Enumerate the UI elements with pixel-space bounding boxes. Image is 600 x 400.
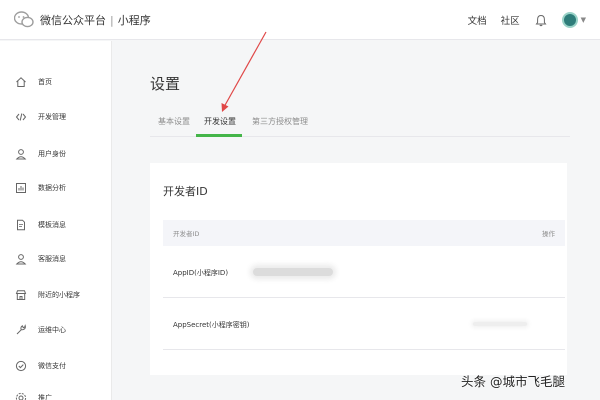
main-content: 设置 基本设置 开发设置 第三方授权管理 开发者ID 开发者ID 操作 AppI… (112, 41, 600, 400)
community-link[interactable]: 社区 (501, 13, 520, 27)
column-header-actions: 操作 (542, 230, 555, 238)
sidebar-item-label: 首页 (38, 78, 52, 86)
chevron-down-icon[interactable]: ▼ (581, 16, 586, 24)
account-menu[interactable]: ▼ (561, 12, 586, 28)
column-header-developer-id: 开发者ID (173, 230, 200, 238)
document-icon (14, 218, 28, 232)
sidebar-item-label: 推广 (38, 394, 52, 400)
table-row-appid: AppID(小程序ID) (163, 246, 565, 298)
user-icon (14, 252, 28, 266)
sidebar-item-label: 开发管理 (38, 113, 66, 121)
tab-third-party-auth[interactable]: 第三方授权管理 (248, 111, 312, 137)
home-icon (14, 75, 28, 89)
sidebar-item-ops-center[interactable]: 运维中心 (0, 318, 112, 342)
sidebar-item-dev-manage[interactable]: 开发管理 (0, 105, 112, 129)
tab-basic-settings[interactable]: 基本设置 (154, 111, 194, 137)
sidebar-item-label: 运维中心 (38, 326, 66, 334)
sidebar-item-label: 数据分析 (38, 184, 66, 192)
redacted-appsecret-action (473, 322, 527, 326)
active-tab-indicator (196, 134, 242, 137)
wrench-icon (14, 323, 28, 337)
sidebar-item-wechat-pay[interactable]: 微信支付 (0, 354, 112, 378)
sidebar: 首页 开发管理 用户身份 数据分析 模板消息 客服消息 附近的小程序 运维中心 … (0, 41, 112, 400)
sidebar-item-customer-service[interactable]: 客服消息 (0, 247, 112, 271)
sidebar-item-home[interactable]: 首页 (0, 70, 112, 94)
card-title: 开发者ID (163, 185, 208, 198)
top-right-nav: 文档 社区 ▼ (468, 10, 586, 30)
store-icon (14, 288, 28, 302)
user-icon (14, 147, 28, 161)
docs-link[interactable]: 文档 (468, 13, 487, 27)
sidebar-item-label: 模板消息 (38, 221, 66, 229)
top-bar: 微信公众平台 | 小程序 文档 社区 ▼ (0, 0, 600, 40)
sidebar-item-nearby-miniprogram[interactable]: 附近的小程序 (0, 283, 112, 307)
developer-id-card: 开发者ID 开发者ID 操作 AppID(小程序ID) AppSecret(小程… (150, 163, 567, 375)
code-icon (14, 110, 28, 124)
bell-icon[interactable] (534, 13, 548, 27)
sidebar-item-template-messages[interactable]: 模板消息 (0, 213, 112, 237)
chart-icon (14, 181, 28, 195)
table-row-appsecret: AppSecret(小程序密钥) (163, 298, 565, 350)
sidebar-item-promotion[interactable]: 推广 (0, 386, 112, 400)
title-separator: | (110, 14, 114, 27)
redacted-appid-value (253, 268, 333, 276)
product-name: 小程序 (117, 14, 151, 27)
appsecret-label: AppSecret(小程序密钥) (173, 321, 250, 329)
table-header: 开发者ID 操作 (163, 220, 565, 246)
check-circle-icon (14, 359, 28, 373)
appid-label: AppID(小程序ID) (173, 269, 229, 277)
watermark-text: 头条 @城市飞毛腿 (461, 374, 565, 389)
sidebar-item-label: 微信支付 (38, 362, 66, 370)
page-title: 设置 (150, 75, 181, 93)
settings-icon (14, 391, 28, 400)
wechat-logo-icon[interactable] (13, 11, 34, 29)
app-title: 微信公众平台 | 小程序 (40, 12, 151, 28)
avatar[interactable] (561, 12, 578, 28)
sidebar-item-user-identity[interactable]: 用户身份 (0, 142, 112, 166)
sidebar-item-label: 客服消息 (38, 255, 66, 263)
sidebar-item-analytics[interactable]: 数据分析 (0, 176, 112, 200)
sidebar-item-label: 附近的小程序 (38, 291, 80, 299)
sidebar-item-label: 用户身份 (38, 150, 66, 158)
brand-name: 微信公众平台 (40, 14, 106, 27)
